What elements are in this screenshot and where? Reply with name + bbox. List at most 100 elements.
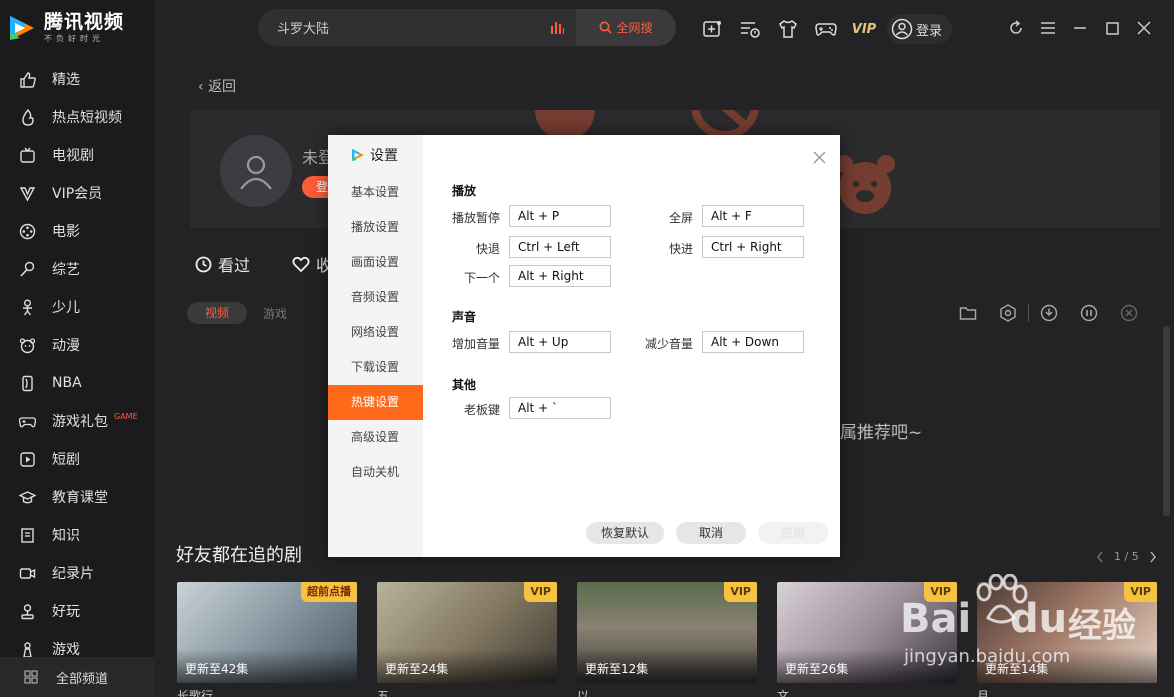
hot-chart-icon[interactable] <box>550 20 564 34</box>
login-button[interactable]: 登录 <box>887 14 953 44</box>
card-badge: VIP <box>724 582 757 602</box>
boss-key-label: 老板键 <box>463 403 500 417</box>
sidebar-item-label: 教育课堂 <box>52 490 108 506</box>
sidebar-item-label: 游戏 <box>52 642 80 658</box>
back-link[interactable]: ‹ 返回 <box>198 76 236 96</box>
sidebar-item-9[interactable]: 游戏礼包 GAME <box>0 402 155 440</box>
forward-hotkey-input[interactable] <box>702 236 804 258</box>
chevron-right-icon[interactable] <box>1149 551 1157 563</box>
settings-nav-item-1[interactable]: 播放设置 <box>328 210 423 245</box>
tab-favorites[interactable]: 收 <box>292 252 332 276</box>
sidebar-item-4[interactable]: 电影 <box>0 212 155 250</box>
sidebar-item-1[interactable]: 热点短视频 <box>0 98 155 136</box>
playlist-clock-icon <box>741 22 760 38</box>
sidebar-item-12[interactable]: 知识 <box>0 516 155 554</box>
vip-icon <box>18 184 36 202</box>
scrollbar[interactable] <box>1163 326 1170 516</box>
avatar[interactable] <box>220 135 292 207</box>
apply-button[interactable]: 应用 <box>758 522 828 544</box>
settings-nav-item-3[interactable]: 音频设置 <box>328 280 423 315</box>
download-button[interactable] <box>1029 304 1069 322</box>
settings-nav-item-2[interactable]: 画面设置 <box>328 245 423 280</box>
playlist-button[interactable] <box>731 15 769 43</box>
cancel-button[interactable]: 取消 <box>676 522 746 544</box>
chip-video[interactable]: 视频 <box>187 302 247 324</box>
sidebar-item-0[interactable]: 精选 <box>0 60 155 98</box>
sidebar-item-14[interactable]: 好玩 <box>0 592 155 630</box>
settings-nav-item-4[interactable]: 网络设置 <box>328 315 423 350</box>
clock-icon <box>195 256 212 272</box>
card-title[interactable]: 文 <box>777 687 977 697</box>
folder-button[interactable] <box>948 305 988 321</box>
card-episodes: 更新至12集 <box>585 662 649 676</box>
chip-game[interactable]: 游戏 <box>263 305 287 322</box>
next-hotkey-input[interactable] <box>509 265 611 287</box>
refresh-button[interactable] <box>1000 17 1032 39</box>
settings-button[interactable] <box>988 304 1028 322</box>
all-channels-button[interactable]: 全部频道 <box>0 657 155 697</box>
game-icon <box>18 640 36 658</box>
pause-button[interactable] <box>1069 304 1109 322</box>
settings-nav-item-6[interactable]: 热键设置 <box>328 385 423 420</box>
maximize-button[interactable] <box>1096 17 1128 39</box>
drama-card[interactable]: VIP 更新至24集 <box>377 582 557 683</box>
sidebar-item-label: VIP会员 <box>52 186 103 202</box>
search-input[interactable] <box>277 20 527 35</box>
add-video-button[interactable] <box>693 15 731 43</box>
sidebar-item-13[interactable]: 纪录片 <box>0 554 155 592</box>
sidebar-item-label: 知识 <box>52 528 80 544</box>
sidebar-item-5[interactable]: 综艺 <box>0 250 155 288</box>
search-all-button[interactable]: 全网搜 <box>576 9 676 46</box>
vip-button[interactable]: VIP <box>845 15 883 43</box>
hexagon-gear-icon <box>1000 304 1016 322</box>
volume-up-hotkey-input[interactable] <box>509 331 611 353</box>
close-circle-icon <box>1120 304 1138 322</box>
card-titles: 长歌行五以文月 <box>177 687 1174 697</box>
volume-down-hotkey-input[interactable] <box>702 331 804 353</box>
app-logo[interactable]: 腾讯视频 不负好时光 <box>6 12 124 44</box>
card-title[interactable]: 长歌行 <box>177 687 377 697</box>
tab-history[interactable]: 看过 <box>195 252 250 276</box>
menu-button[interactable] <box>1032 17 1064 39</box>
pause-circle-icon <box>1080 304 1098 322</box>
fullscreen-hotkey-input[interactable] <box>702 205 804 227</box>
sidebar-item-7[interactable]: 动漫 <box>0 326 155 364</box>
card-title[interactable]: 五 <box>377 687 577 697</box>
restore-default-button[interactable]: 恢复默认 <box>586 522 664 544</box>
sidebar-item-label: 综艺 <box>52 262 80 278</box>
heart-plus-icon <box>292 256 310 272</box>
settings-nav-item-8[interactable]: 自动关机 <box>328 455 423 490</box>
close-window-button[interactable] <box>1128 17 1160 39</box>
folder-icon <box>959 307 977 320</box>
settings-nav-item-7[interactable]: 高级设置 <box>328 420 423 455</box>
hamburger-menu-icon <box>1041 22 1055 34</box>
settings-nav-item-0[interactable]: 基本设置 <box>328 175 423 210</box>
chevron-left-icon[interactable] <box>1096 551 1104 563</box>
clear-button[interactable] <box>1109 304 1149 322</box>
play-pause-hotkey-input[interactable] <box>509 205 611 227</box>
drama-card[interactable]: 超前点播 更新至42集 <box>177 582 357 683</box>
minimize-button[interactable] <box>1064 17 1096 39</box>
skin-button[interactable] <box>769 15 807 43</box>
close-dialog-button[interactable] <box>813 149 826 168</box>
card-title[interactable]: 月 <box>977 687 1174 697</box>
login-label: 登录 <box>916 23 943 39</box>
sidebar-item-3[interactable]: VIP会员 <box>0 174 155 212</box>
card-title[interactable]: 以 <box>577 687 777 697</box>
sidebar-nav: 精选 热点短视频 电视剧 VIP会员电影综艺少儿 动漫 NBA 游戏礼包 GAME 短剧教育课堂… <box>0 60 155 668</box>
sidebar-item-11[interactable]: 教育课堂 <box>0 478 155 516</box>
sidebar-item-10[interactable]: 短剧 <box>0 440 155 478</box>
close-icon <box>813 151 826 164</box>
rewind-hotkey-input[interactable] <box>509 236 611 258</box>
sidebar-item-6[interactable]: 少儿 <box>0 288 155 326</box>
sidebar-item-2[interactable]: 电视剧 <box>0 136 155 174</box>
search-all-label: 全网搜 <box>616 21 653 35</box>
drama-card[interactable]: VIP 更新至12集 <box>577 582 757 683</box>
gamepad-icon <box>815 23 837 36</box>
settings-nav-item-5[interactable]: 下载设置 <box>328 350 423 385</box>
microphone-icon <box>18 260 36 278</box>
game-button[interactable] <box>807 15 845 43</box>
boss-key-hotkey-input[interactable] <box>509 397 611 419</box>
settings-header: 设置 <box>350 145 398 165</box>
sidebar-item-8[interactable]: NBA <box>0 364 155 402</box>
